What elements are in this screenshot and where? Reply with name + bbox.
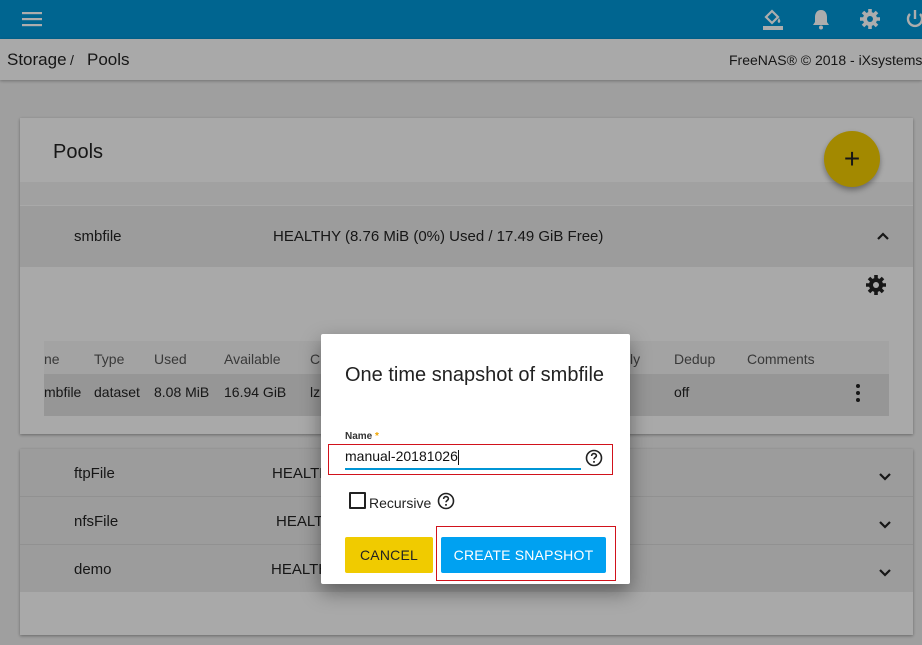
snapshot-dialog: One time snapshot of smbfile Name * manu… [321, 334, 630, 584]
recursive-label[interactable]: Recursive [369, 495, 431, 511]
name-field-label: Name * [345, 431, 379, 442]
recursive-help-icon[interactable] [437, 492, 455, 515]
text-cursor [457, 449, 459, 465]
snapshot-name-value: manual-20181026 [345, 448, 458, 464]
snapshot-name-input[interactable]: manual-20181026 [345, 447, 581, 470]
create-snapshot-button[interactable]: CREATE SNAPSHOT [441, 537, 606, 573]
dialog-title: One time snapshot of smbfile [345, 364, 605, 386]
required-mark: * [375, 431, 379, 442]
cancel-button[interactable]: CANCEL [345, 537, 433, 573]
name-help-icon[interactable] [585, 449, 603, 472]
name-label-text: Name [345, 431, 373, 442]
recursive-checkbox[interactable] [349, 492, 366, 509]
